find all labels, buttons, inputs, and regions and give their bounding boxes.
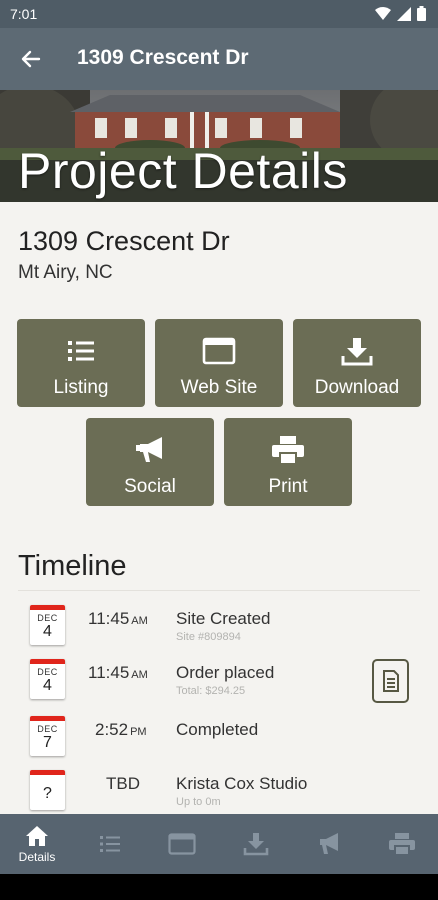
print-button[interactable]: Print — [224, 418, 352, 506]
nav-website[interactable] — [160, 814, 204, 874]
battery-icon — [417, 6, 426, 21]
timeline-divider — [18, 590, 420, 591]
invoice-button[interactable] — [372, 659, 409, 703]
nav-details[interactable]: Details — [8, 814, 66, 874]
calendar-icon: DEC 4 — [30, 659, 65, 699]
browser-window-icon — [202, 335, 236, 367]
address-line-2: Mt Airy, NC — [18, 262, 113, 283]
timeline-title: Order placed — [176, 663, 275, 682]
project-content: 1309 Crescent Dr Mt Airy, NC Listing Web… — [0, 202, 438, 814]
timeline-item: DEC 7 2:52 PM Completed — [0, 716, 438, 771]
timeline-time: 11:45 AM — [88, 663, 148, 682]
document-icon — [382, 670, 399, 692]
calendar-day: 7 — [43, 734, 52, 751]
nav-details-label: Details — [18, 849, 56, 864]
timeline-time: 11:45 AM — [88, 609, 148, 628]
timeline-subtitle: Site #809894 — [176, 631, 241, 643]
download-icon — [341, 335, 373, 367]
timeline-time: TBD — [106, 774, 140, 793]
timeline-title: Completed — [176, 720, 259, 739]
megaphone-icon — [134, 434, 166, 466]
timeline-title: Krista Cox Studio — [176, 774, 308, 793]
calendar-icon: ? — [30, 770, 65, 810]
calendar-month: DEC — [37, 724, 58, 734]
calendar-month: DEC — [37, 667, 58, 677]
nav-social[interactable] — [306, 814, 350, 874]
wifi-icon — [375, 6, 391, 20]
download-icon — [243, 833, 269, 856]
timeline-item: DEC 4 11:45 AM Site Created Site #809894 — [0, 605, 438, 660]
bottom-nav: Details — [0, 814, 438, 874]
timeline-time: 2:52 PM — [95, 720, 147, 739]
back-button[interactable] — [16, 44, 46, 74]
nav-print[interactable] — [380, 814, 424, 874]
print-label: Print — [268, 476, 308, 497]
nav-listing[interactable] — [88, 814, 132, 874]
listing-label: Listing — [53, 377, 109, 398]
download-label: Download — [314, 377, 400, 398]
app-title: 1309 Crescent Dr — [77, 46, 249, 69]
address-line-1: 1309 Crescent Dr — [18, 226, 230, 256]
signal-icon — [397, 6, 411, 21]
hero-title: Project Details — [18, 143, 348, 199]
status-bar: 7:01 — [0, 0, 438, 28]
hero-banner: Project Details — [0, 90, 438, 202]
nav-download[interactable] — [234, 814, 278, 874]
printer-icon — [389, 833, 415, 856]
timeline-subtitle: Total: $294.25 — [176, 685, 246, 697]
download-button[interactable]: Download — [293, 319, 421, 407]
timeline-subtitle: Up to 0m — [176, 796, 221, 808]
home-icon — [26, 825, 48, 846]
calendar-icon: DEC 7 — [30, 716, 65, 756]
system-nav-bar — [0, 874, 438, 900]
printer-icon — [271, 434, 305, 466]
timeline-item: ? TBD Krista Cox Studio Up to 0m — [0, 770, 438, 814]
social-button[interactable]: Social — [86, 418, 214, 506]
list-icon — [100, 836, 120, 852]
listing-button[interactable]: Listing — [17, 319, 145, 407]
calendar-day: 4 — [43, 677, 52, 694]
status-time: 7:01 — [10, 6, 38, 22]
website-button[interactable]: Web Site — [155, 319, 283, 407]
timeline-heading: Timeline — [18, 550, 127, 582]
calendar-month: DEC — [37, 613, 58, 623]
timeline-item: DEC 4 11:45 AM Order placed Total: $294.2… — [0, 659, 438, 714]
website-label: Web Site — [180, 377, 258, 398]
megaphone-icon — [320, 833, 338, 854]
status-icons — [375, 6, 426, 21]
social-label: Social — [124, 476, 176, 497]
browser-window-icon — [168, 833, 196, 855]
calendar-unknown: ? — [43, 785, 52, 802]
app-bar: 1309 Crescent Dr — [0, 28, 438, 90]
timeline-title: Site Created — [176, 609, 271, 628]
list-icon — [67, 335, 95, 367]
calendar-day: 4 — [43, 623, 52, 640]
back-arrow-icon — [21, 50, 41, 68]
calendar-icon: DEC 4 — [30, 605, 65, 645]
